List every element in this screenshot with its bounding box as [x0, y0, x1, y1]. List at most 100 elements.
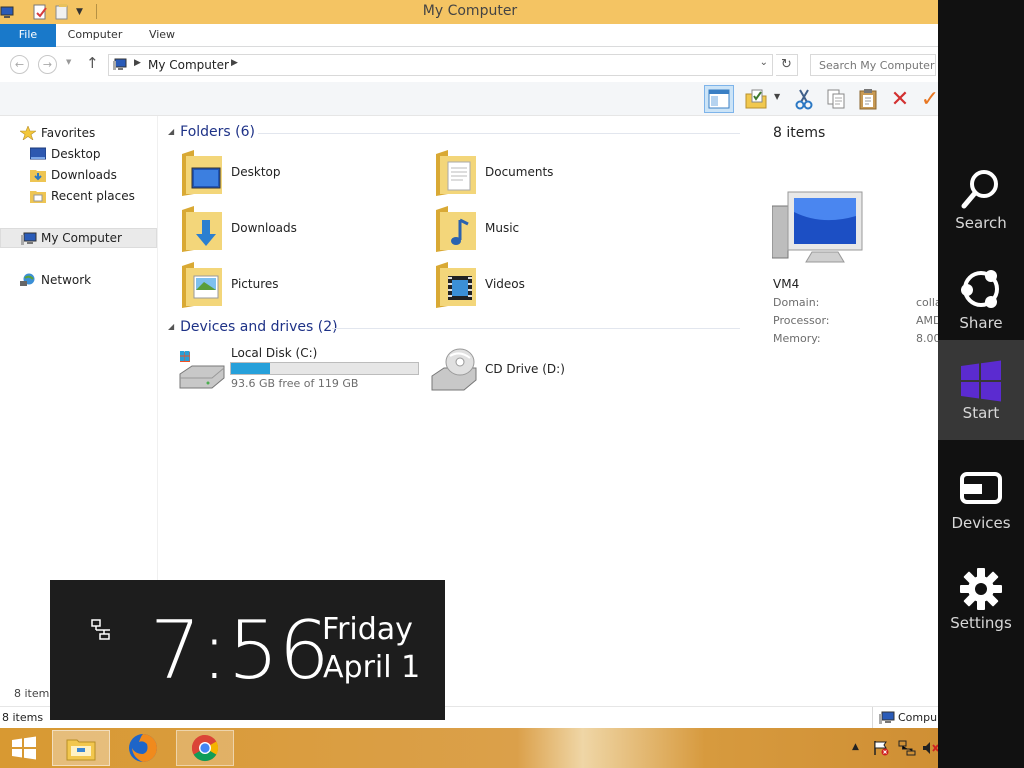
windows-logo-icon [961, 360, 1001, 402]
copy-button[interactable] [822, 85, 850, 113]
nav-item-recent-places[interactable]: Recent places [0, 186, 157, 206]
preview-pane-icon [708, 89, 730, 109]
delete-icon[interactable]: ✕ [886, 85, 914, 113]
pictures-folder-icon [182, 262, 222, 308]
search-input[interactable] [811, 55, 935, 75]
up-arrow-icon[interactable]: ↑ [86, 54, 99, 72]
search-icon [961, 170, 998, 209]
taskbar-file-explorer[interactable] [52, 730, 110, 766]
drive-cd-d[interactable]: CD Drive (D:) [430, 344, 630, 394]
show-hidden-icons-icon[interactable]: ▲ [852, 742, 859, 752]
network-icon [20, 273, 35, 286]
group-divider [332, 328, 740, 329]
folder-documents[interactable]: Documents [434, 148, 674, 198]
nav-item-desktop[interactable]: Desktop [0, 144, 157, 164]
network-status-icon [91, 619, 110, 640]
charm-label: Settings [950, 614, 1012, 632]
ribbon-tabs: File Computer View [0, 24, 940, 47]
status-computer-label: Compu [898, 711, 938, 724]
properties-button[interactable] [742, 85, 770, 113]
title-bar: ▼ My Computer [0, 0, 940, 24]
collapse-triangle-icon[interactable]: ◢ [168, 322, 174, 331]
search-box[interactable] [810, 54, 936, 76]
folder-videos[interactable]: Videos [434, 260, 674, 310]
network-tray-icon[interactable] [898, 740, 916, 756]
charm-settings[interactable]: Settings [938, 550, 1024, 650]
chevron-right-icon[interactable]: ▶ [231, 58, 238, 68]
address-path[interactable]: My Computer [148, 58, 229, 72]
nav-item-my-computer[interactable]: My Computer [0, 228, 157, 248]
taskbar-chrome[interactable] [176, 730, 234, 766]
nav-item-downloads[interactable]: Downloads [0, 165, 157, 185]
folder-label: Videos [485, 277, 525, 291]
back-button[interactable]: ← [10, 55, 29, 74]
firefox-icon [129, 734, 157, 762]
address-row: ← → ▼ ↑ ▶ My Computer ▶ ⌄ ↻ [0, 48, 940, 82]
folder-label: Music [485, 221, 520, 235]
processor-label: Processor: [773, 314, 830, 327]
tab-view[interactable]: View [138, 24, 186, 47]
folder-downloads[interactable]: Downloads [180, 204, 420, 254]
collapse-triangle-icon[interactable]: ◢ [168, 127, 174, 136]
folder-desktop[interactable]: Desktop [180, 148, 420, 198]
preview-pane-button[interactable] [704, 85, 734, 113]
group-divider [258, 133, 740, 134]
chevron-down-icon[interactable]: ⌄ [760, 57, 768, 68]
tab-file[interactable]: File [0, 24, 56, 47]
details-pane: 8 items VM4 Domain: colla Processor: AMD… [760, 116, 940, 706]
charm-label: Devices [951, 514, 1011, 532]
recent-locations-icon[interactable]: ▼ [66, 58, 71, 66]
charm-label: Start [962, 404, 1000, 422]
memory-value: 8.00 [916, 332, 940, 345]
group-title: Folders (6) [180, 124, 255, 140]
copy-icon [827, 89, 845, 109]
nav-label: Network [41, 273, 92, 287]
devices-icon [960, 472, 1002, 504]
gear-icon [960, 568, 1002, 610]
charm-search[interactable]: Search [938, 150, 1024, 250]
clock-date: April 1 [323, 650, 421, 685]
recent-places-icon [30, 191, 46, 203]
nav-label: Recent places [51, 189, 135, 203]
address-bar[interactable]: ▶ My Computer ▶ ⌄ [108, 54, 773, 76]
music-folder-icon [436, 206, 476, 252]
taskbar: ▲ [0, 728, 940, 768]
folder-pictures[interactable]: Pictures [180, 260, 420, 310]
downloads-icon [30, 170, 46, 182]
nav-label: My Computer [41, 231, 122, 245]
action-center-flag-icon[interactable] [872, 740, 890, 756]
paste-button[interactable] [854, 85, 882, 113]
nav-item-favorites[interactable]: Favorites [0, 123, 157, 143]
cut-button[interactable] [790, 85, 818, 113]
tab-computer[interactable]: Computer [58, 24, 132, 47]
drive-usage-fill [231, 363, 271, 374]
hard-drive-icon [179, 351, 225, 389]
charm-label: Share [959, 314, 1003, 332]
refresh-button[interactable]: ↻ [776, 54, 798, 76]
charm-start[interactable]: Start [938, 340, 1024, 440]
charm-devices[interactable]: Devices [938, 450, 1024, 550]
forward-button[interactable]: → [38, 55, 57, 74]
drive-label: CD Drive (D:) [485, 362, 565, 376]
charm-label: Search [955, 214, 1007, 232]
processor-value: AMD [916, 314, 940, 327]
computer-icon [879, 711, 895, 724]
taskbar-firefox[interactable] [114, 730, 172, 766]
folder-label: Pictures [231, 277, 279, 291]
folder-music[interactable]: Music [434, 204, 674, 254]
folder-label: Documents [485, 165, 554, 179]
chevron-down-icon[interactable]: ▼ [774, 92, 780, 101]
status-computer: Compu [872, 707, 940, 729]
command-toolbar: ▼ ✕ ✓ [0, 82, 940, 116]
nav-item-network[interactable]: Network [0, 270, 157, 290]
clock-time: 7:56 [150, 604, 330, 697]
computer-icon [113, 58, 127, 70]
computer-icon [21, 232, 37, 245]
nav-label: Desktop [51, 147, 101, 161]
group-header-folders[interactable]: ◢ Folders (6) [168, 124, 255, 140]
start-button[interactable] [8, 734, 40, 762]
charm-share[interactable]: Share [938, 250, 1024, 350]
chevron-right-icon[interactable]: ▶ [134, 58, 141, 68]
group-header-devices[interactable]: ◢ Devices and drives (2) [168, 319, 338, 335]
drive-local-disk-c[interactable]: Local Disk (C:) 93.6 GB free of 119 GB [178, 344, 428, 394]
